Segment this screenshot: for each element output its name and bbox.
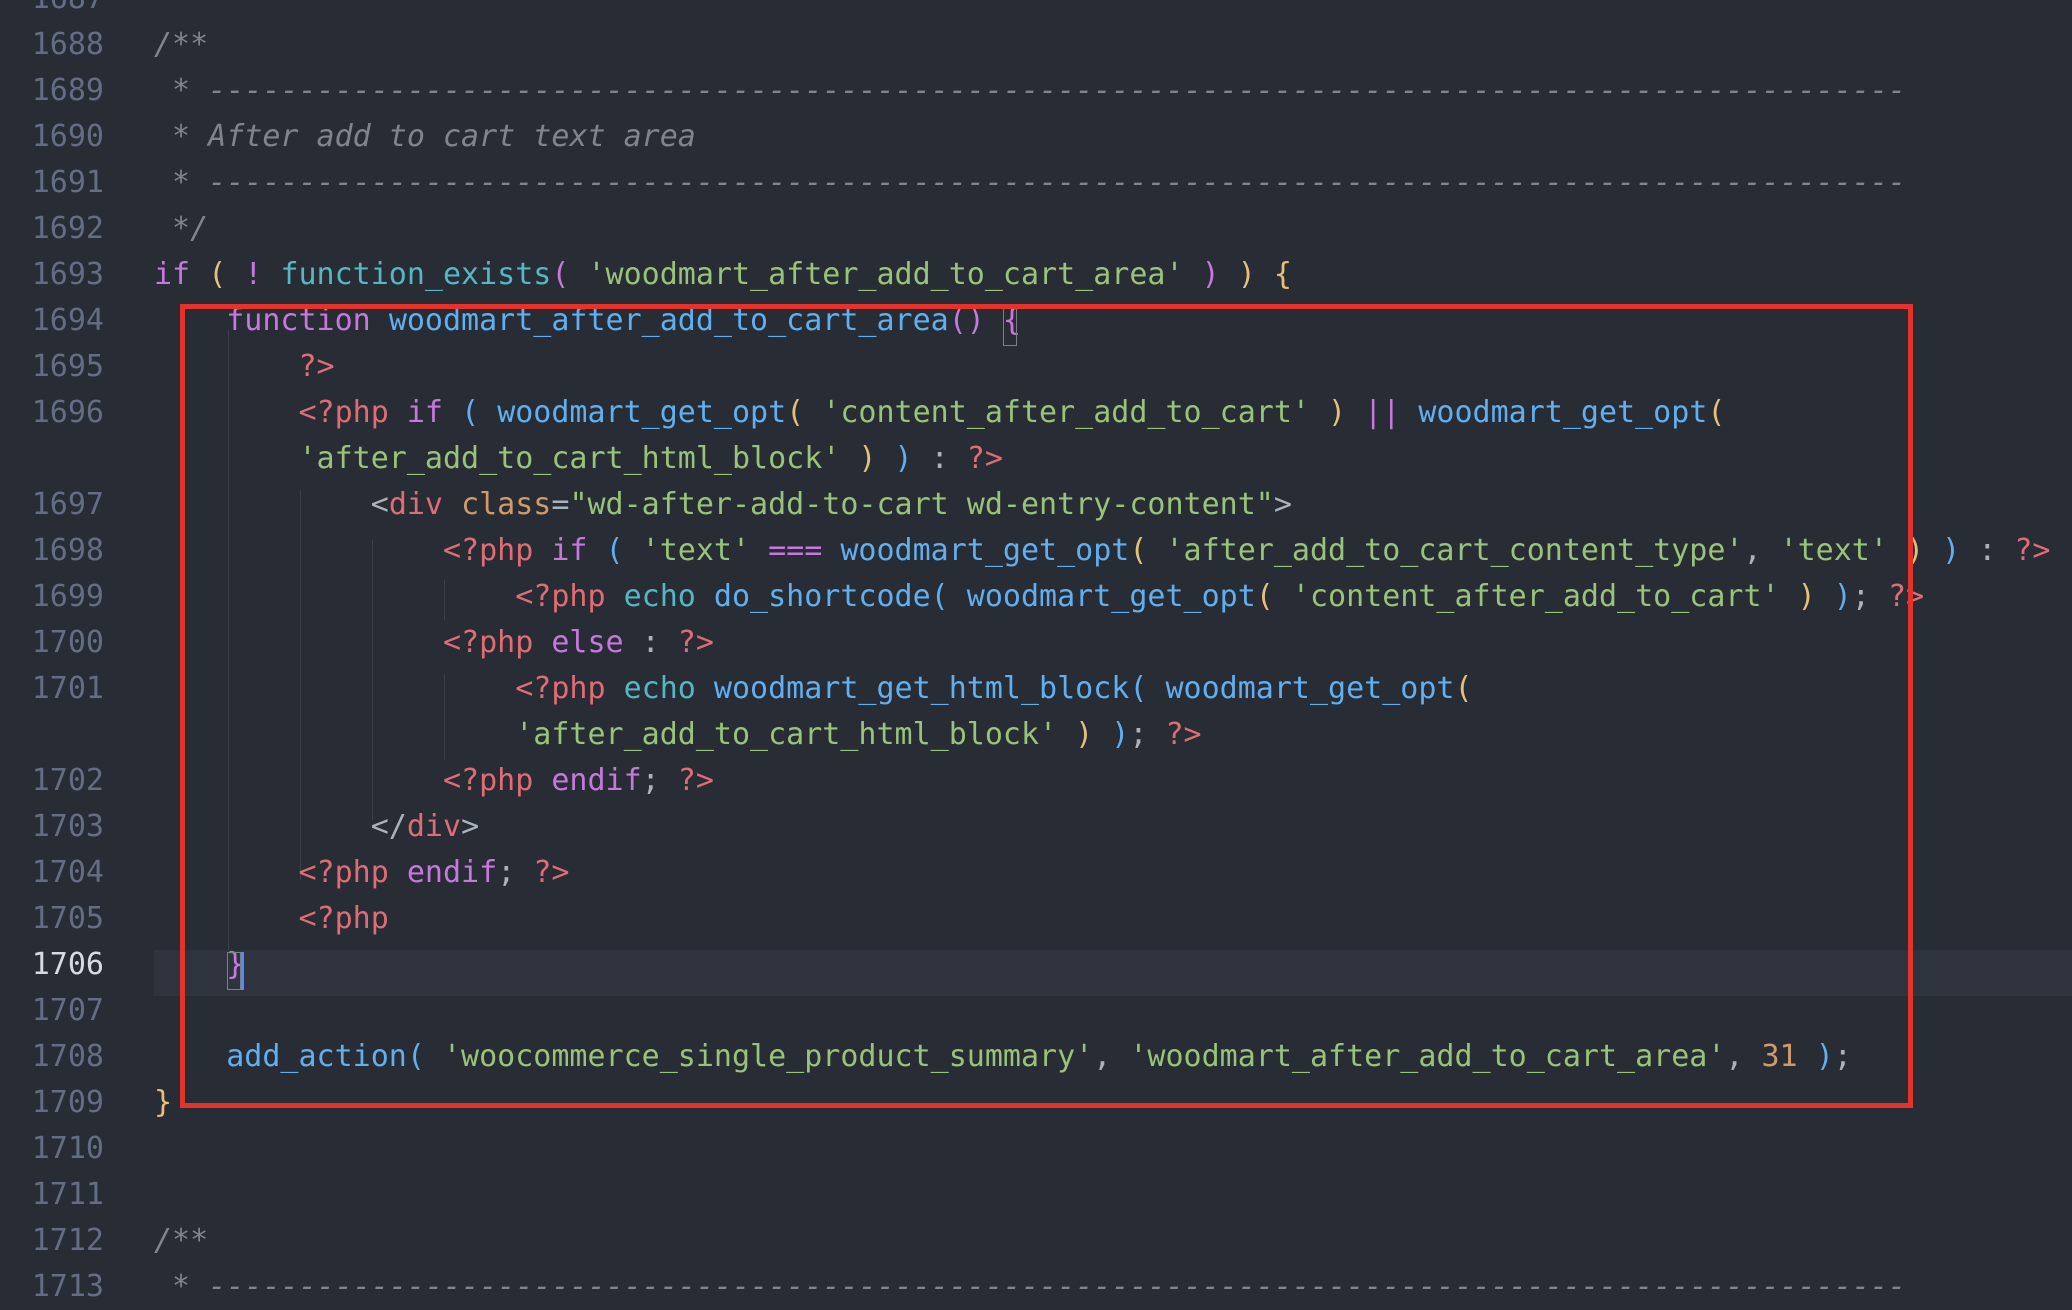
line-number: 1707 xyxy=(31,993,104,1028)
code-token: * --------------------------------------… xyxy=(154,1269,1906,1304)
code-editor[interactable]: 1687 1688 1689 1690 1691 1692 1693 1694 1695 1696… xyxy=(0,0,2072,1304)
code-token: if xyxy=(154,257,191,292)
line-number: 1691 xyxy=(31,165,104,200)
code-token: /** xyxy=(154,1223,209,1258)
line-number: 1690 xyxy=(31,119,104,154)
code-token: : xyxy=(1960,533,2015,568)
line-number: 1713 xyxy=(31,1269,104,1304)
line-number: 1689 xyxy=(31,73,104,108)
code-token: * --------------------------------------… xyxy=(154,165,1906,200)
line-number: 1710 xyxy=(31,1131,104,1166)
line-number: 1708 xyxy=(31,1039,104,1074)
line-number: 1706 xyxy=(31,947,104,982)
code-line[interactable]: * --------------------------------------… xyxy=(154,1264,1906,1310)
code-line[interactable]: /** xyxy=(154,22,208,68)
code-token: ) xyxy=(1201,257,1220,292)
code-token: 'woodmart_after_add_to_cart_area' xyxy=(587,257,1184,292)
code-token: * After add to cart text area xyxy=(154,119,696,154)
line-number: 1701 xyxy=(31,671,104,706)
line-number: 1703 xyxy=(31,809,104,844)
line-number: 1697 xyxy=(31,487,104,522)
line-number: 1702 xyxy=(31,763,104,798)
line-number: 1696 xyxy=(31,395,104,430)
code-token: /** xyxy=(154,27,209,62)
line-number: 1711 xyxy=(31,1177,104,1212)
code-line[interactable]: * --------------------------------------… xyxy=(154,160,1906,206)
code-token: ) xyxy=(1942,533,1961,568)
code-token: ( xyxy=(551,257,570,292)
line-number: 1704 xyxy=(31,855,104,890)
code-line[interactable]: * After add to cart text area xyxy=(154,114,696,160)
code-line[interactable]: */ xyxy=(154,206,208,252)
code-token: { xyxy=(1273,257,1292,292)
line-number xyxy=(0,436,104,482)
line-number: 1687 xyxy=(0,0,104,22)
code-token: ! xyxy=(226,257,281,292)
line-number: 1692 xyxy=(31,211,104,246)
code-line[interactable]: * --------------------------------------… xyxy=(154,68,1906,114)
line-number: 1694 xyxy=(31,303,104,338)
line-number: 1700 xyxy=(31,625,104,660)
code-line[interactable]: } xyxy=(154,1080,172,1126)
code-line[interactable]: if ( ! function_exists( 'woodmart_after_… xyxy=(154,252,1292,298)
line-number: 1709 xyxy=(31,1085,104,1120)
code-token: ( xyxy=(208,257,227,292)
line-number: 1688 xyxy=(31,27,104,62)
line-number: 1693 xyxy=(31,257,104,292)
code-line[interactable]: /** xyxy=(154,1218,208,1264)
annotation-highlight-box xyxy=(180,304,1913,1108)
code-token: ?> xyxy=(2014,533,2051,568)
code-token: } xyxy=(154,1085,173,1120)
code-token: ) xyxy=(1237,257,1256,292)
line-number: 1699 xyxy=(31,579,104,614)
line-number: 1712 xyxy=(31,1223,104,1258)
code-token: */ xyxy=(154,211,209,246)
line-number: 1698 xyxy=(31,533,104,568)
code-token: * --------------------------------------… xyxy=(154,73,1906,108)
line-number xyxy=(0,712,104,758)
code-token: function_exists xyxy=(280,257,552,292)
line-number: 1695 xyxy=(31,349,104,384)
line-number: 1705 xyxy=(31,901,104,936)
